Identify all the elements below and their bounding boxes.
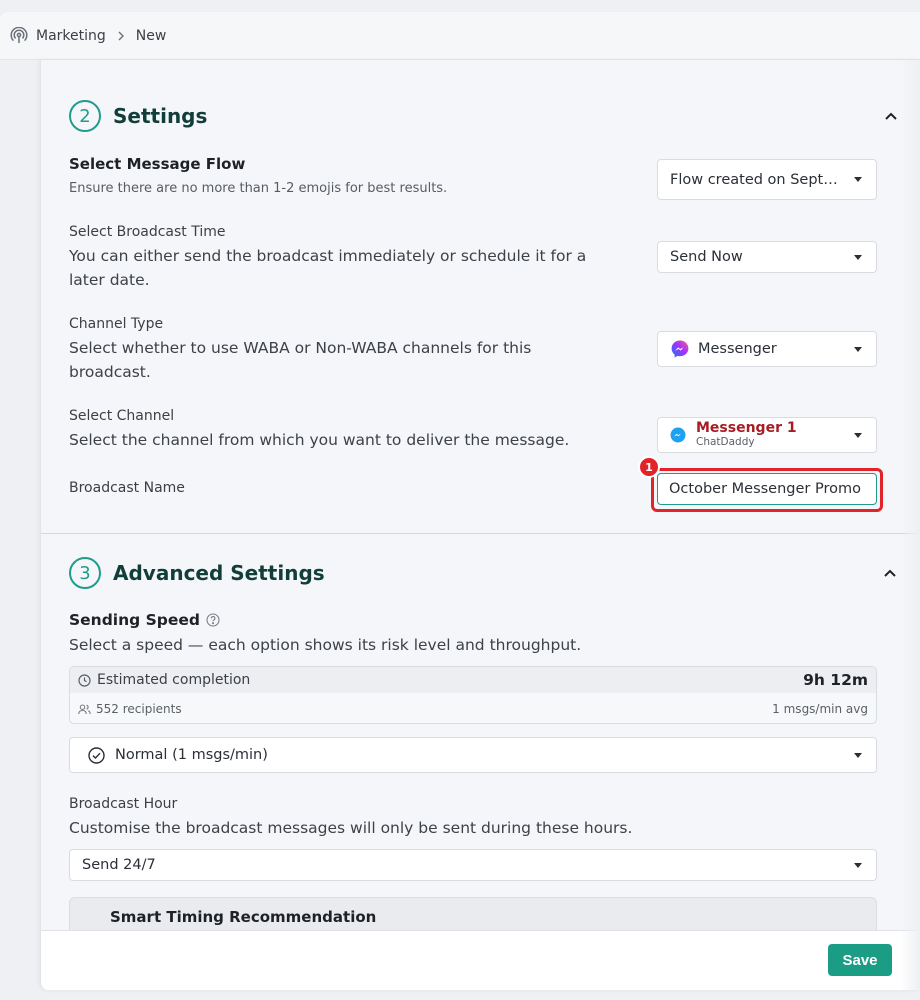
check-circle-icon <box>88 746 105 764</box>
estimate-box: Estimated completion 9h 12m 552 recipien… <box>69 666 877 724</box>
settings-header: 2 Settings <box>69 100 207 132</box>
caret-down-icon <box>854 432 862 438</box>
broadcast-form-panel: 2 Settings Select Message Flow Ensure th… <box>40 60 920 990</box>
messenger-channel-icon <box>670 427 686 443</box>
caret-down-icon <box>854 254 862 260</box>
estimate-label: Estimated completion <box>97 672 251 688</box>
estimate-header: Estimated completion 9h 12m <box>70 667 876 693</box>
breadcrumb-bar: Marketing New <box>0 12 920 60</box>
channel-name: Messenger 1 <box>696 420 797 436</box>
message-flow-description: Ensure there are no more than 1-2 emojis… <box>69 181 448 196</box>
channel-select[interactable]: Messenger 1 ChatDaddy <box>657 417 877 453</box>
message-flow-label: Select Message Flow <box>69 155 246 173</box>
right-edge <box>900 60 920 990</box>
breadcrumb-current: New <box>135 27 167 44</box>
channel-type-label: Channel Type <box>69 316 164 332</box>
help-icon[interactable] <box>206 613 220 627</box>
advanced-settings-header: 3 Advanced Settings <box>69 557 325 589</box>
message-flow-select[interactable]: Flow created on September <box>657 159 877 200</box>
chevron-up-icon[interactable] <box>880 563 900 583</box>
estimate-time: 9h 12m <box>803 671 868 689</box>
sending-speed-description: Select a speed — each option shows its r… <box>69 636 582 654</box>
left-gutter <box>0 60 40 1000</box>
select-channel-label: Select Channel <box>69 408 175 424</box>
sending-speed-label: Sending Speed <box>69 611 201 629</box>
estimate-details: 552 recipients 1 msgs/min avg <box>70 693 876 723</box>
channel-select-text: Messenger 1 ChatDaddy <box>696 421 846 449</box>
broadcast-time-description: You can either send the broadcast immedi… <box>69 247 587 289</box>
broadcast-time-value: Send Now <box>670 249 743 265</box>
channel-type-value: Messenger <box>698 341 777 357</box>
broadcast-name-input[interactable]: October Messenger Promo <box>657 473 877 505</box>
caret-down-icon <box>854 752 862 758</box>
recipient-count: 552 recipients <box>96 702 182 716</box>
broadcast-name-label: Broadcast Name <box>69 480 185 496</box>
sending-speed-select[interactable]: Normal (1 msgs/min) <box>69 737 877 773</box>
save-button[interactable]: Save <box>828 944 892 976</box>
caret-down-icon <box>854 862 862 868</box>
sending-speed-heading: Sending Speed <box>69 611 220 629</box>
messenger-icon <box>670 339 690 359</box>
section-title: Settings <box>113 104 208 128</box>
broadcast-icon <box>10 26 28 45</box>
section-divider <box>41 533 920 534</box>
broadcast-hour-select[interactable]: Send 24/7 <box>69 849 877 881</box>
section-title: Advanced Settings <box>113 561 325 585</box>
message-flow-value: Flow created on September <box>670 171 846 188</box>
step-number: 2 <box>69 100 101 132</box>
select-channel-description: Select the channel from which you want t… <box>69 431 570 449</box>
chevron-up-icon[interactable] <box>881 106 901 126</box>
broadcast-hour-value: Send 24/7 <box>82 857 156 873</box>
broadcast-time-select[interactable]: Send Now <box>657 241 877 273</box>
broadcast-hour-description: Customise the broadcast messages will on… <box>69 819 633 837</box>
channel-type-select[interactable]: Messenger <box>657 331 877 367</box>
caret-down-icon <box>854 346 862 352</box>
broadcast-hour-label: Broadcast Hour <box>69 796 178 812</box>
form-footer: Save <box>41 930 920 990</box>
smart-timing-title: Smart Timing Recommendation <box>110 908 377 926</box>
annotation-badge: 1 <box>638 456 660 478</box>
throughput-rate: 1 msgs/min avg <box>772 702 868 716</box>
channel-type-description: Select whether to use WABA or Non-WABA c… <box>69 339 532 381</box>
sending-speed-value: Normal (1 msgs/min) <box>115 747 268 763</box>
chevron-right-icon <box>116 30 126 42</box>
caret-down-icon <box>854 177 862 182</box>
channel-provider: ChatDaddy <box>696 436 755 448</box>
broadcast-time-label: Select Broadcast Time <box>69 224 226 240</box>
clock-icon <box>78 673 91 687</box>
breadcrumb-marketing[interactable]: Marketing <box>36 28 106 44</box>
step-number: 3 <box>69 557 101 589</box>
users-icon <box>78 703 91 715</box>
